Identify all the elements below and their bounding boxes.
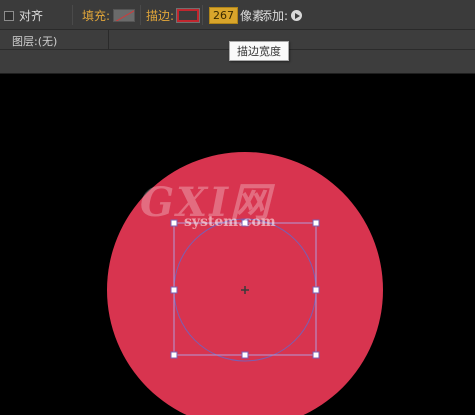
stroke-label: 描边:: [146, 9, 175, 23]
handle-top-center[interactable]: [241, 219, 249, 227]
handle-top-left[interactable]: [170, 219, 178, 227]
layer-label: 图层:(无): [12, 35, 58, 48]
red-circle-shape[interactable]: [107, 152, 383, 415]
add-control[interactable]: 添加:: [260, 7, 303, 24]
handle-top-right[interactable]: [312, 219, 320, 227]
align-checkbox-group[interactable]: 对齐: [4, 7, 43, 24]
toolbar-separator: [140, 5, 141, 25]
stroke-width-value[interactable]: 267: [209, 7, 238, 24]
options-toolbar: 对齐 填充: 描边: 267 像素 添加:: [0, 0, 475, 30]
fill-swatch-none[interactable]: [113, 9, 136, 22]
align-label: 对齐: [19, 9, 44, 23]
align-checkbox[interactable]: [4, 10, 14, 21]
handle-middle-left[interactable]: [170, 286, 178, 294]
document-canvas[interactable]: [0, 75, 475, 415]
handle-bottom-center[interactable]: [241, 351, 249, 359]
handle-bottom-right[interactable]: [312, 351, 320, 359]
toolbar-separator: [202, 5, 203, 25]
canvas-artwork[interactable]: [0, 75, 475, 415]
handle-bottom-left[interactable]: [170, 351, 178, 359]
stroke-swatch[interactable]: [176, 8, 201, 23]
stroke-width-control[interactable]: 267 像素: [209, 7, 264, 24]
toolbar-separator: [72, 5, 73, 25]
fill-control[interactable]: 填充:: [82, 7, 136, 24]
layer-divider: [108, 30, 109, 50]
play-arrow-icon[interactable]: [291, 10, 303, 21]
stroke-control[interactable]: 描边:: [146, 7, 201, 24]
fill-label: 填充:: [82, 9, 111, 23]
stroke-width-tooltip: 描边宽度: [229, 41, 289, 61]
add-label: 添加:: [260, 9, 289, 23]
handle-middle-right[interactable]: [312, 286, 320, 294]
